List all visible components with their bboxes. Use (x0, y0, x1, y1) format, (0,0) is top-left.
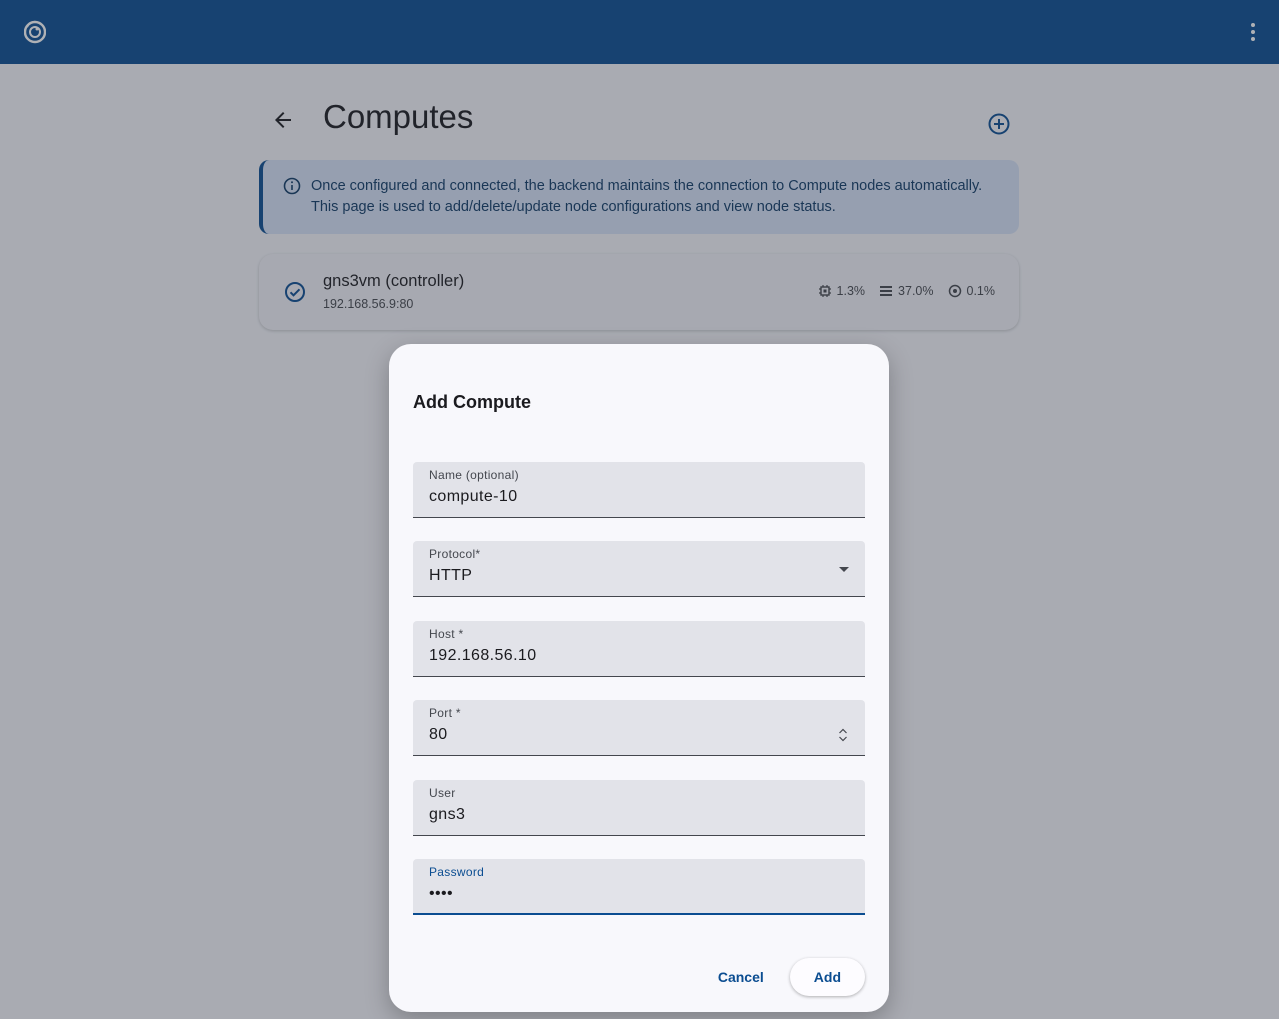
number-spinner-icon[interactable] (837, 727, 849, 743)
name-field-label: Name (optional) (429, 468, 519, 482)
name-field[interactable]: Name (optional) compute-10 (413, 462, 865, 518)
protocol-select-label: Protocol* (429, 547, 481, 561)
host-field[interactable]: Host * 192.168.56.10 (413, 621, 865, 677)
password-field[interactable]: Password •••• (413, 859, 865, 915)
protocol-select[interactable]: Protocol* HTTP (413, 541, 865, 597)
cancel-button[interactable]: Cancel (702, 959, 780, 995)
user-field[interactable]: User gns3 (413, 780, 865, 836)
dropdown-arrow-icon[interactable] (839, 567, 849, 572)
host-field-label: Host * (429, 627, 464, 641)
password-field-label: Password (429, 865, 485, 879)
add-compute-dialog: Add Compute Name (optional) compute-10 P… (389, 344, 889, 1012)
port-field[interactable]: Port * 80 (413, 700, 865, 756)
add-button[interactable]: Add (789, 958, 865, 996)
host-field-value[interactable]: 192.168.56.10 (429, 647, 537, 665)
port-field-label: Port * (429, 706, 461, 720)
name-field-value[interactable]: compute-10 (429, 488, 518, 506)
port-field-value[interactable]: 80 (429, 726, 448, 744)
user-field-label: User (429, 786, 456, 800)
protocol-select-value[interactable]: HTTP (429, 567, 472, 585)
password-field-value[interactable]: •••• (429, 885, 453, 903)
dialog-title: Add Compute (413, 392, 531, 412)
user-field-value[interactable]: gns3 (429, 806, 465, 824)
dialog-actions: Cancel Add (702, 958, 865, 996)
